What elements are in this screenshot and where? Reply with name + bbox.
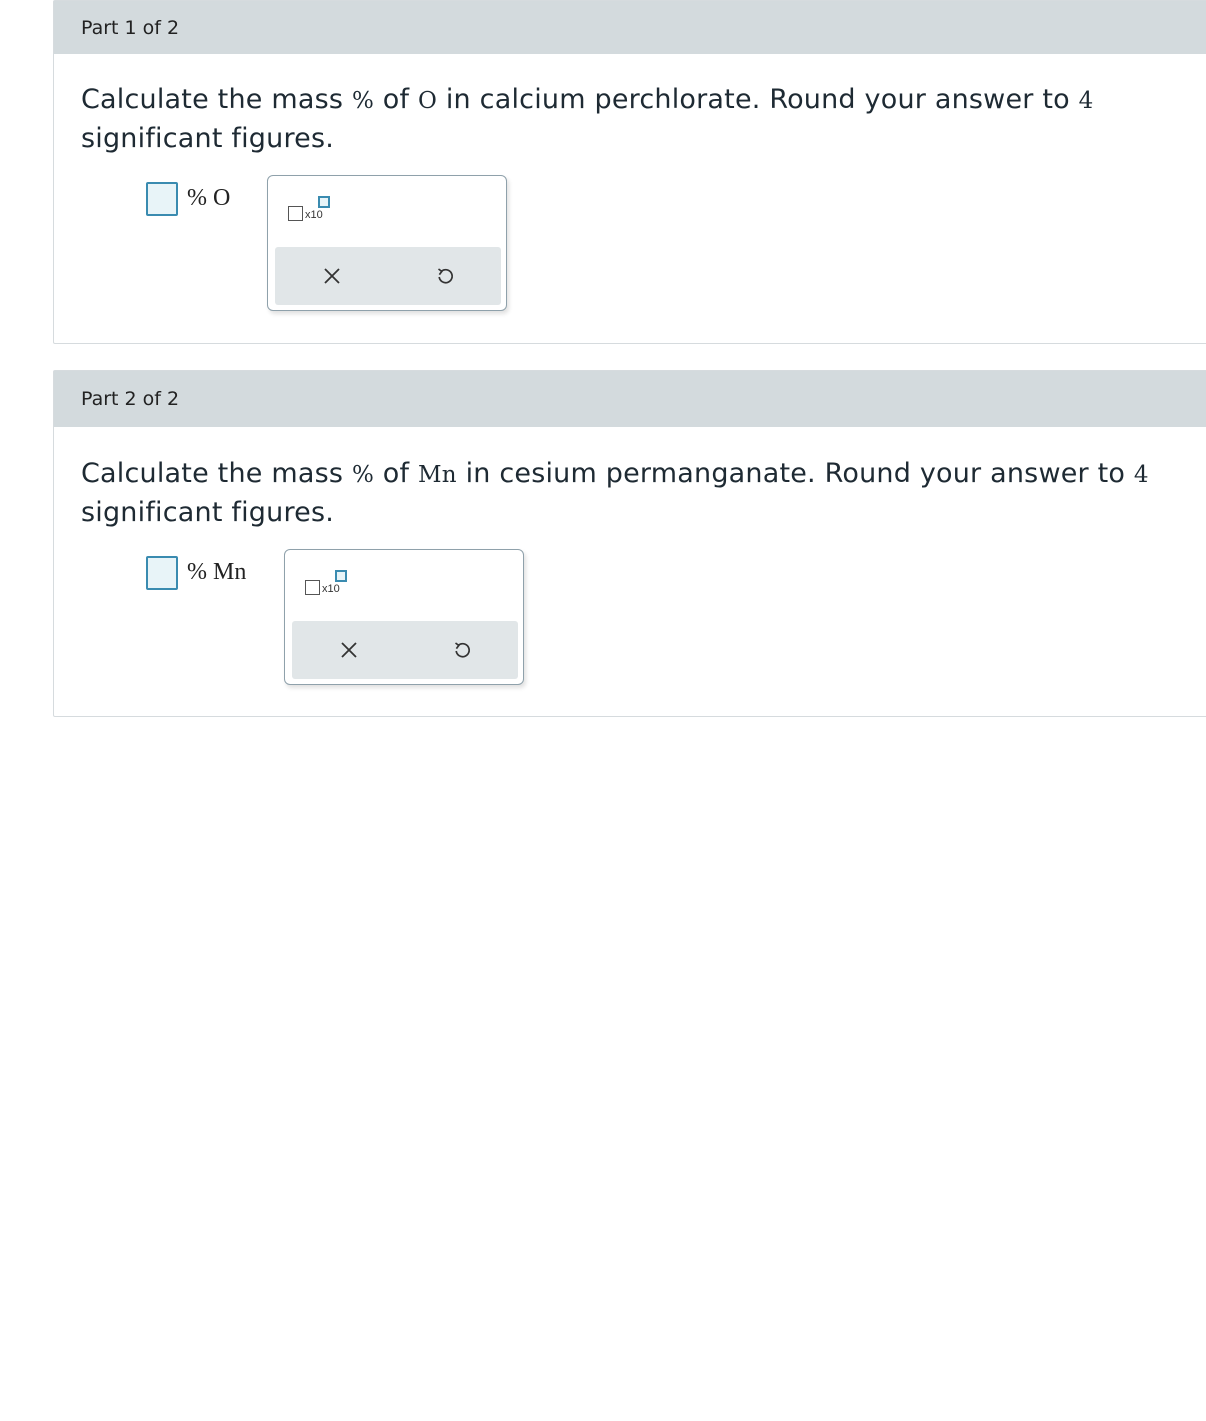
base-box-icon bbox=[305, 580, 320, 595]
palette-action-bar bbox=[292, 621, 518, 679]
undo-button[interactable] bbox=[388, 247, 501, 305]
question-text: significant figures. bbox=[81, 123, 335, 154]
part-1-question: Calculate the mass % of O in calcium per… bbox=[81, 81, 1171, 157]
question-text: significant figures. bbox=[81, 497, 335, 528]
palette-action-bar bbox=[275, 247, 501, 305]
scientific-notation-button[interactable]: x10 bbox=[303, 570, 351, 604]
percent-symbol: % bbox=[351, 88, 375, 114]
element-symbol: O bbox=[418, 88, 438, 114]
answer-input[interactable] bbox=[146, 556, 178, 590]
math-palette: x10 bbox=[267, 175, 507, 311]
part-2-panel: Part 2 of 2 Calculate the mass % of Mn i… bbox=[53, 370, 1206, 717]
element-symbol: Mn bbox=[418, 462, 457, 488]
x10-label: x10 bbox=[322, 583, 340, 595]
exponent-box-icon bbox=[335, 570, 347, 582]
part-1-panel: Part 1 of 2 Calculate the mass % of O in… bbox=[53, 0, 1206, 344]
answer-unit: % Mn bbox=[187, 559, 247, 585]
question-text: of bbox=[374, 84, 419, 115]
percent-symbol: % bbox=[351, 462, 375, 488]
undo-icon bbox=[437, 268, 453, 284]
question-text: in calcium perchlorate. Round your answe… bbox=[437, 84, 1079, 115]
question-text: Calculate the mass bbox=[81, 458, 352, 489]
sig-fig-number: 4 bbox=[1133, 462, 1149, 488]
clear-button[interactable] bbox=[275, 247, 388, 305]
base-box-icon bbox=[288, 206, 303, 221]
part-2-header: Part 2 of 2 bbox=[54, 371, 1206, 427]
clear-button[interactable] bbox=[292, 621, 405, 679]
exponent-box-icon bbox=[318, 196, 330, 208]
part-2-header-label: Part 2 of 2 bbox=[81, 388, 180, 410]
answer-unit: % O bbox=[187, 185, 231, 211]
close-icon bbox=[323, 268, 340, 284]
undo-button[interactable] bbox=[405, 621, 518, 679]
question-text: in cesium permanganate. Round your answe… bbox=[456, 458, 1134, 489]
part-1-header: Part 1 of 2 bbox=[54, 1, 1206, 54]
close-icon bbox=[340, 642, 357, 658]
part-1-header-label: Part 1 of 2 bbox=[81, 16, 180, 39]
x10-label: x10 bbox=[305, 209, 323, 221]
answer-input[interactable] bbox=[146, 182, 178, 216]
scientific-notation-button[interactable]: x10 bbox=[286, 196, 334, 230]
undo-icon bbox=[454, 642, 470, 658]
question-text: Calculate the mass bbox=[81, 84, 352, 115]
part-2-question: Calculate the mass % of Mn in cesium per… bbox=[81, 455, 1171, 531]
sig-fig-number: 4 bbox=[1078, 88, 1094, 114]
math-palette: x10 bbox=[284, 549, 524, 685]
question-text: of bbox=[374, 458, 419, 489]
